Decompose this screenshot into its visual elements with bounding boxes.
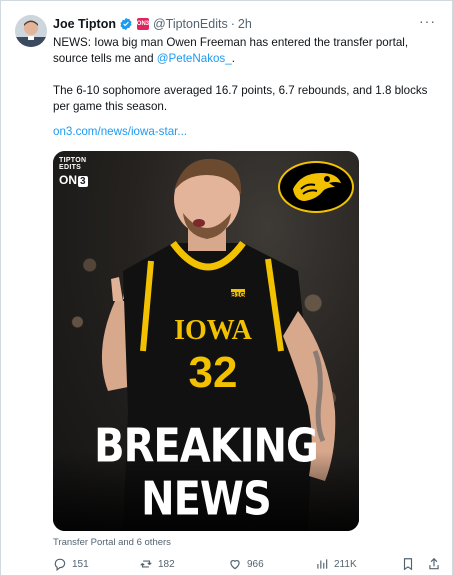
jersey-conf-text: B1G	[231, 292, 246, 299]
bookmark-button[interactable]	[401, 557, 420, 571]
media-image[interactable]: IOWA 32 B1G TIPTON EDITS ON 3 BREAKING N…	[53, 151, 359, 531]
repost-icon	[140, 560, 152, 568]
repost-count: 182	[158, 558, 175, 570]
heart-icon	[230, 560, 240, 570]
watermark-line2: EDITS	[59, 164, 82, 171]
tweet-card: Joe Tipton ON3 @TiptonEdits · 2h ··· NEW…	[0, 0, 453, 576]
on3-number: 3	[78, 176, 88, 187]
on3-logo: ON 3	[59, 173, 88, 187]
views-count: 211K	[334, 558, 357, 570]
tweet-header: Joe Tipton ON3 @TiptonEdits · 2h	[53, 15, 252, 33]
action-bar: 151 182 966 211K	[53, 557, 443, 573]
jersey-team-text: IOWA	[174, 315, 253, 346]
watermark-line1: TIPTON	[59, 157, 87, 164]
article-link[interactable]: on3.com/news/iowa-star...	[53, 125, 187, 138]
affiliate-badge-icon[interactable]: ON3	[137, 18, 149, 30]
reply-button[interactable]: 151	[53, 557, 89, 571]
share-icon	[429, 557, 439, 570]
mention-link[interactable]: @PeteNakos_	[157, 52, 232, 65]
like-button[interactable]: 966	[228, 557, 264, 571]
timestamp[interactable]: 2h	[238, 17, 252, 31]
like-count: 966	[247, 558, 264, 570]
tipton-edits-watermark: TIPTON EDITS	[59, 157, 86, 171]
share-button[interactable]	[427, 557, 446, 571]
author-name[interactable]: Joe Tipton	[53, 17, 116, 31]
reply-count: 151	[72, 558, 89, 570]
avatar[interactable]	[15, 15, 47, 47]
breaking-news-headline: BREAKING NEWS	[94, 420, 319, 526]
jersey-number-text: 32	[189, 348, 238, 397]
tweet-text: NEWS: Iowa big man Owen Freeman has ente…	[53, 35, 443, 115]
tweet-text-paragraph2: The 6-10 sophomore averaged 16.7 points,…	[53, 84, 428, 113]
reply-icon	[54, 558, 66, 571]
author-handle[interactable]: @TiptonEdits	[153, 17, 228, 31]
more-options-icon[interactable]: ···	[419, 13, 436, 29]
views-chart-icon	[317, 559, 328, 569]
separator-dot: ·	[230, 17, 235, 31]
topics-link[interactable]: Transfer Portal and 6 others	[53, 537, 171, 548]
iowa-hawkeye-logo-icon	[278, 161, 354, 213]
tweet-text-line1-end: .	[231, 52, 235, 65]
views-button[interactable]: 211K	[315, 557, 357, 571]
verified-badge-icon	[120, 17, 132, 31]
on3-prefix: ON	[59, 173, 77, 187]
repost-button[interactable]: 182	[139, 557, 175, 571]
bookmark-icon	[403, 558, 413, 571]
